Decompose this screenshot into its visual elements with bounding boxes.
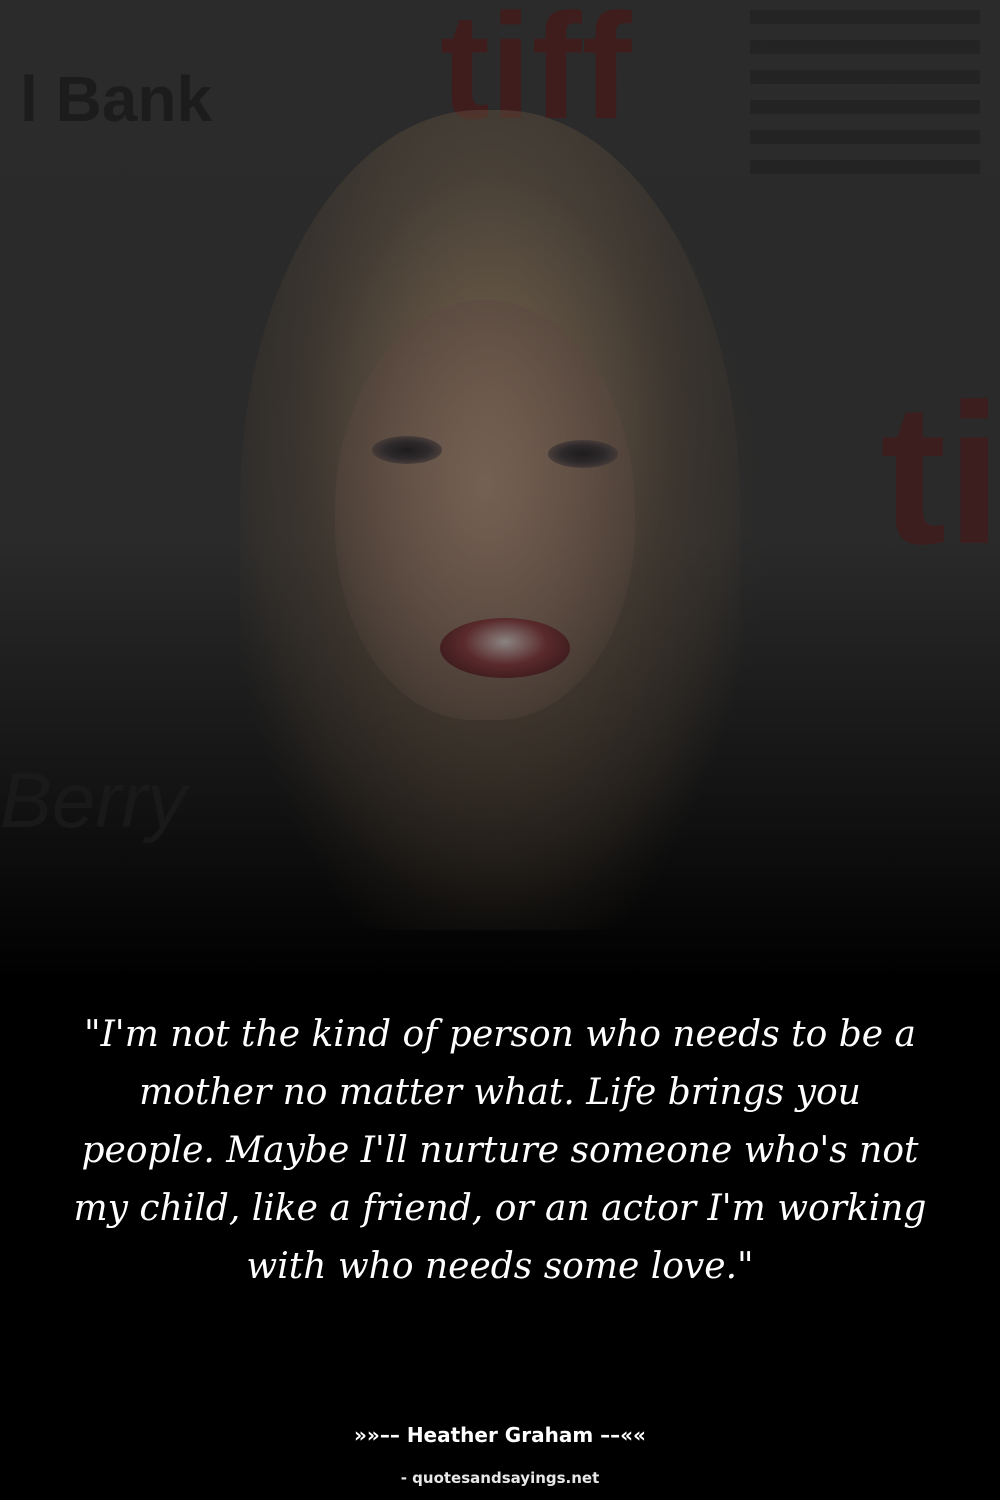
backdrop-text-berry: Berry — [0, 756, 187, 844]
background-photo: l Bank tiff ti Berry — [0, 0, 1000, 980]
quote-author: »»–– Heather Graham ––«« — [354, 1423, 646, 1447]
portrait-mouth — [440, 618, 570, 678]
portrait-right-eye — [548, 440, 618, 468]
backdrop-sponsor-text — [750, 10, 980, 190]
source-credit: - quotesandsayings.net — [400, 1469, 600, 1487]
quote-text: "I'm not the kind of person who needs to… — [73, 1014, 927, 1287]
quote-card: l Bank tiff ti Berry "I'm not the kind o… — [0, 0, 1000, 1500]
portrait-left-eye — [372, 436, 442, 464]
backdrop-text-bank: l Bank — [20, 63, 213, 135]
backdrop-logo-right: ti — [880, 363, 1000, 586]
